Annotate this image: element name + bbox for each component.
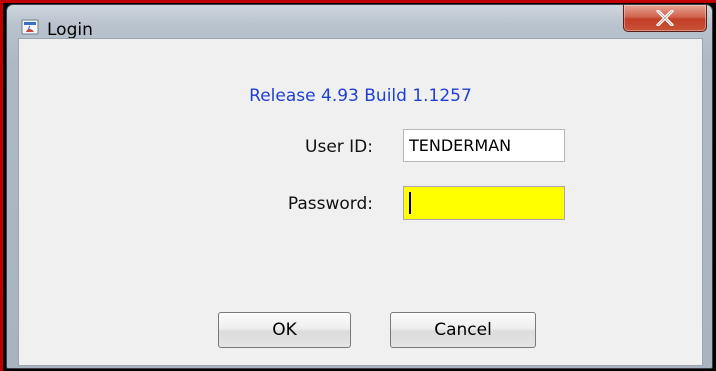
java-app-icon <box>21 19 39 35</box>
password-field[interactable] <box>403 186 565 220</box>
login-window: Login Release 4.93 Build 1.1257 User ID:… <box>6 4 713 369</box>
text-caret <box>409 192 411 214</box>
close-icon <box>656 10 674 26</box>
release-text: Release 4.93 Build 1.1257 <box>249 86 472 106</box>
release-info: Release 4.93 Build 1.1257 <box>19 86 702 106</box>
cancel-button[interactable]: Cancel <box>390 312 536 348</box>
window-title: Login <box>47 20 93 40</box>
background-edge-top <box>0 0 716 3</box>
userid-label: User ID: <box>305 137 373 157</box>
password-label: Password: <box>287 194 373 214</box>
background-edge <box>0 0 3 371</box>
close-button[interactable] <box>623 5 707 32</box>
userid-field[interactable] <box>403 129 565 162</box>
title-bar[interactable]: Login <box>7 5 712 39</box>
dialog-content: Release 4.93 Build 1.1257 User ID: Passw… <box>18 38 703 366</box>
ok-button[interactable]: OK <box>218 312 351 348</box>
